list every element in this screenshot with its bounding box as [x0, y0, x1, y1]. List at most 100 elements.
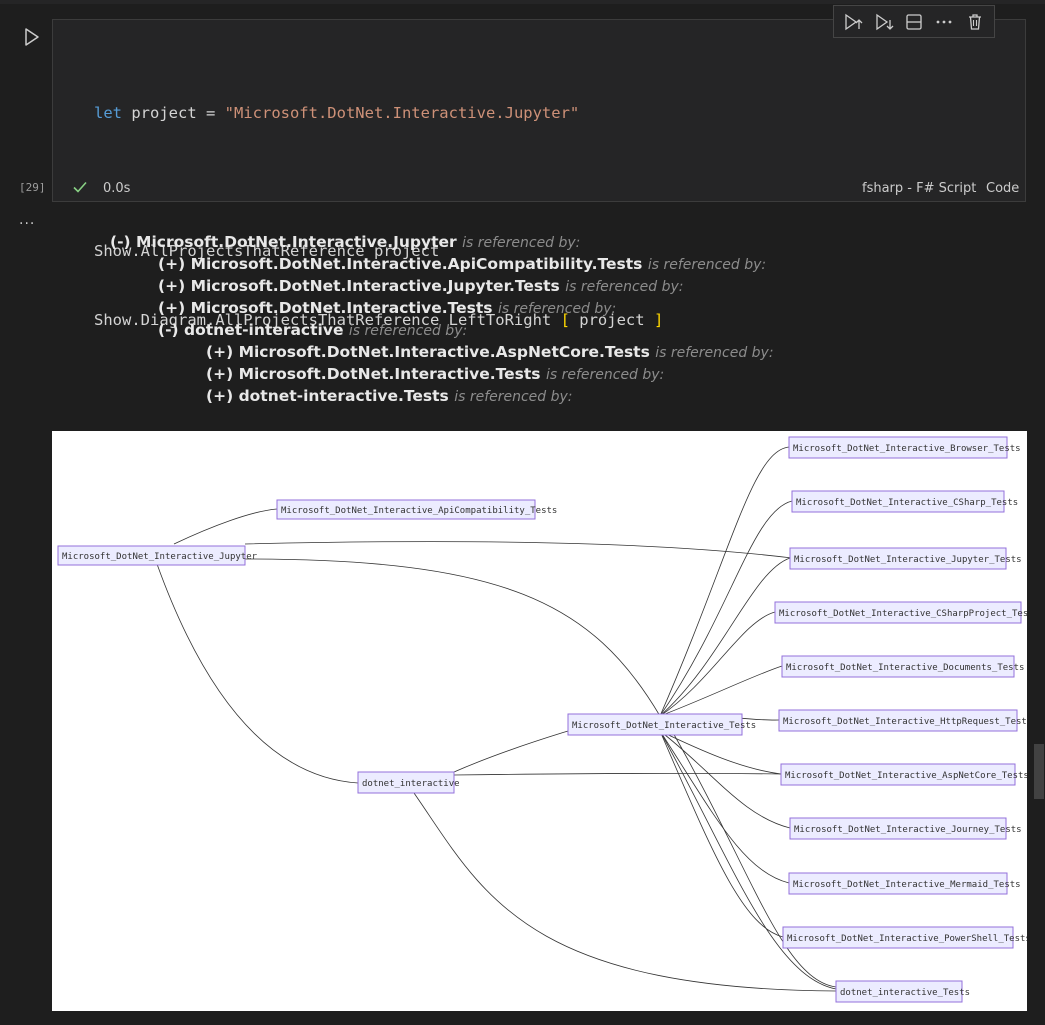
node-label: Microsoft_DotNet_Interactive_PowerShell_…	[787, 934, 1027, 944]
tree-marker: (+)	[158, 277, 186, 295]
tree-item[interactable]: (-) Microsoft.DotNet.Interactive.Jupyter…	[110, 233, 580, 251]
code-string: "Microsoft.DotNet.Interactive.Jupyter"	[224, 104, 580, 122]
tree-suffix: is referenced by:	[655, 345, 774, 361]
code-line: let project = "Microsoft.DotNet.Interact…	[94, 102, 663, 125]
node-label: Microsoft_DotNet_Interactive_CSharpProje…	[779, 609, 1027, 619]
tree-marker: (-)	[158, 321, 179, 339]
node-apicompat[interactable]: Microsoft_DotNet_Interactive_ApiCompatib…	[276, 499, 557, 520]
node-label: Microsoft_DotNet_Interactive_Tests	[572, 721, 756, 731]
tree-item[interactable]: (+) Microsoft.DotNet.Interactive.Jupyter…	[158, 277, 684, 295]
edge-dotnet-dntests	[413, 792, 837, 992]
node-mermaid[interactable]: Microsoft_DotNet_Interactive_Mermaid_Tes…	[788, 872, 1021, 895]
edge-tests-csharp	[659, 500, 793, 717]
node-label: dotnet_interactive	[362, 779, 460, 789]
node-jupytertests[interactable]: Microsoft_DotNet_Interactive_Jupyter_Tes…	[789, 547, 1022, 570]
tree-project-name: dotnet-interactive.Tests	[238, 387, 449, 405]
execute-below-button[interactable]	[871, 9, 897, 35]
node-label: Microsoft_DotNet_Interactive_Journey_Tes…	[794, 825, 1022, 835]
tree-suffix: is referenced by:	[545, 367, 665, 383]
tree-marker: (+)	[206, 387, 234, 405]
node-jupyter[interactable]: Microsoft_DotNet_Interactive_Jupyter	[57, 545, 258, 566]
tree-item[interactable]: (+) Microsoft.DotNet.Interactive.ApiComp…	[158, 255, 766, 273]
node-dotnet[interactable]: dotnet_interactive	[357, 771, 460, 794]
execution-count: [29]	[19, 181, 46, 194]
edge-dotnet-aspnet	[453, 772, 783, 776]
code-bracket: ]	[653, 311, 664, 329]
split-cell-icon	[906, 13, 922, 30]
tree-item[interactable]: (+) Microsoft.DotNet.Interactive.AspNetC…	[206, 343, 774, 361]
tree-item[interactable]: (+) dotnet-interactive.Tests is referenc…	[206, 387, 573, 405]
tree-suffix: is referenced by:	[647, 257, 767, 273]
edge-jupyter-apicompat	[173, 508, 278, 545]
edge-tests-jupytertests	[659, 557, 791, 717]
cell-toolbar	[833, 5, 995, 38]
node-label: Microsoft_DotNet_Interactive_CSharp_Test…	[796, 498, 1018, 508]
node-label: Microsoft_DotNet_Interactive_HttpRequest…	[783, 717, 1027, 727]
tree-project-name: Microsoft.DotNet.Interactive.Tests	[238, 365, 541, 383]
tree-item[interactable]: (+) Microsoft.DotNet.Interactive.Tests i…	[158, 299, 616, 317]
tree-suffix: is referenced by:	[348, 323, 468, 339]
node-label: Microsoft_DotNet_Interactive_Mermaid_Tes…	[793, 880, 1021, 890]
output-more-button[interactable]: ...	[19, 212, 35, 228]
tree-project-name: Microsoft.DotNet.Interactive.AspNetCore.…	[238, 343, 650, 361]
tree-marker: (-)	[110, 233, 131, 251]
node-csproj[interactable]: Microsoft_DotNet_Interactive_CSharpProje…	[774, 601, 1027, 624]
node-dntests[interactable]: dotnet_interactive_Tests	[835, 980, 970, 1003]
tree-suffix: is referenced by:	[565, 279, 684, 295]
run-cell-button[interactable]	[18, 24, 44, 50]
execute-below-icon	[875, 13, 894, 30]
node-csharp[interactable]: Microsoft_DotNet_Interactive_CSharp_Test…	[791, 490, 1018, 513]
node-label: Microsoft_DotNet_Interactive_Documents_T…	[786, 663, 1024, 673]
split-cell-button[interactable]	[901, 9, 927, 35]
tree-project-name: Microsoft.DotNet.Interactive.Jupyter.Tes…	[190, 277, 560, 295]
tree-item[interactable]: (+) Microsoft.DotNet.Interactive.Tests i…	[206, 365, 664, 383]
tree-project-name: dotnet-interactive	[184, 321, 344, 339]
node-label: Microsoft_DotNet_Interactive_AspNetCore_…	[785, 771, 1027, 781]
diagram-nodes: Microsoft_DotNet_Interactive_Jupyter Mic…	[57, 436, 1027, 1003]
node-tests[interactable]: Microsoft_DotNet_Interactive_Tests	[567, 713, 756, 736]
diagram-canvas: Microsoft_DotNet_Interactive_Jupyter Mic…	[57, 436, 1027, 1003]
tree-project-name: Microsoft.DotNet.Interactive.ApiCompatib…	[190, 255, 643, 273]
node-label: Microsoft_DotNet_Interactive_Jupyter	[62, 552, 258, 562]
node-journey[interactable]: Microsoft_DotNet_Interactive_Journey_Tes…	[789, 817, 1022, 840]
edge-tests-mermaid	[659, 730, 790, 884]
tree-project-name: Microsoft.DotNet.Interactive.Jupyter	[136, 233, 457, 251]
tree-project-name: Microsoft.DotNet.Interactive.Tests	[190, 299, 493, 317]
tree-marker: (+)	[206, 343, 234, 361]
edge-jupyter-jupytertests	[244, 541, 793, 559]
edge-tests-browser	[659, 446, 790, 717]
check-icon	[73, 181, 87, 193]
tree-suffix: is referenced by:	[454, 389, 573, 405]
delete-icon	[968, 13, 981, 30]
node-documents[interactable]: Microsoft_DotNet_Interactive_Documents_T…	[781, 655, 1024, 678]
delete-cell-button[interactable]	[962, 9, 988, 35]
tree-suffix: is referenced by:	[462, 235, 581, 251]
tree-marker: (+)	[206, 365, 234, 383]
edge-tests-csproj	[659, 611, 776, 717]
tree-suffix: is referenced by:	[497, 301, 617, 317]
edge-tests-journey	[659, 730, 791, 829]
node-browser[interactable]: Microsoft_DotNet_Interactive_Browser_Tes…	[788, 436, 1021, 459]
code-text: project =	[122, 104, 225, 122]
cell-mode-label[interactable]: Code	[986, 181, 1019, 196]
kernel-language-picker[interactable]: fsharp - F# Script	[862, 181, 976, 196]
top-strip	[0, 0, 1045, 4]
edge-tests-powershell	[659, 730, 784, 938]
execution-time: 0.0s	[103, 181, 131, 196]
execute-above-icon	[845, 13, 863, 30]
node-label: Microsoft_DotNet_Interactive_Jupyter_Tes…	[794, 555, 1022, 565]
scrollbar-thumb[interactable]	[1034, 744, 1044, 799]
node-label: Microsoft_DotNet_Interactive_Browser_Tes…	[793, 444, 1021, 454]
node-aspnet[interactable]: Microsoft_DotNet_Interactive_AspNetCore_…	[780, 763, 1027, 786]
node-http[interactable]: Microsoft_DotNet_Interactive_HttpRequest…	[778, 709, 1027, 732]
dependency-diagram: Microsoft_DotNet_Interactive_Jupyter Mic…	[52, 431, 1027, 1011]
more-actions-icon	[936, 20, 952, 23]
edge-dotnet-tests	[453, 730, 569, 773]
edge-jupyter-dotnet	[156, 563, 359, 784]
execute-above-button[interactable]	[840, 9, 866, 35]
more-actions-button[interactable]	[931, 9, 957, 35]
tree-item[interactable]: (-) dotnet-interactive is referenced by:	[158, 321, 467, 339]
play-icon	[25, 28, 39, 46]
node-powershell[interactable]: Microsoft_DotNet_Interactive_PowerShell_…	[782, 926, 1027, 949]
